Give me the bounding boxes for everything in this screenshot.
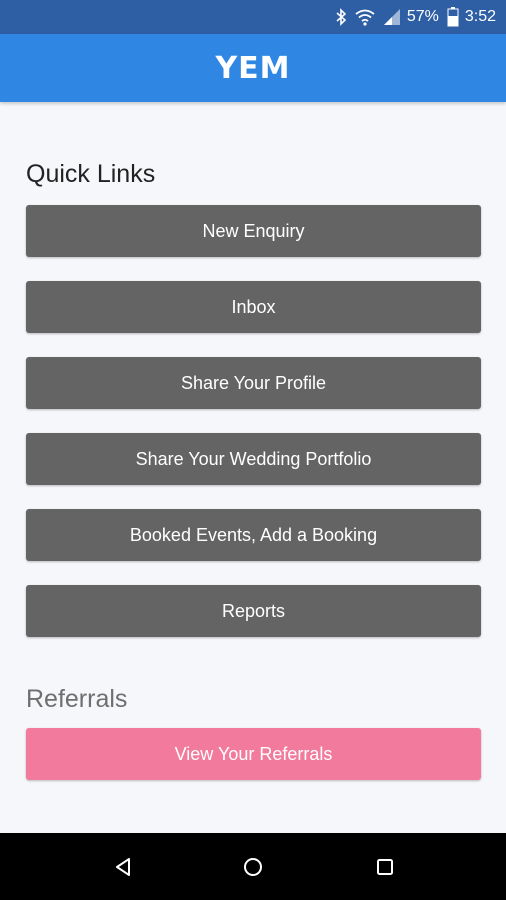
clock: 3:52 [464,8,496,25]
app-bar: YEM [0,34,506,102]
inbox-button[interactable]: Inbox [26,281,481,333]
signal-icon [383,8,401,26]
home-icon[interactable] [240,854,266,880]
battery-icon [447,7,459,27]
reports-button[interactable]: Reports [26,585,481,637]
view-referrals-button[interactable]: View Your Referrals [26,728,481,780]
status-bar: 57% 3:52 [0,0,506,34]
wifi-icon [355,8,375,26]
new-enquiry-button[interactable]: New Enquiry [26,205,481,257]
system-nav-bar [0,833,506,900]
main-content: Quick Links New Enquiry Inbox Share Your… [0,102,506,833]
referrals-heading: Referrals [26,685,128,713]
share-portfolio-button[interactable]: Share Your Wedding Portfolio [26,433,481,485]
back-icon[interactable] [110,854,136,880]
battery-percent: 57% [406,8,439,25]
app-logo: YEM [215,50,291,86]
quick-links-heading: Quick Links [26,160,156,188]
bluetooth-icon [335,8,347,26]
booked-events-button[interactable]: Booked Events, Add a Booking [26,509,481,561]
share-profile-button[interactable]: Share Your Profile [26,357,481,409]
recents-icon[interactable] [372,854,398,880]
